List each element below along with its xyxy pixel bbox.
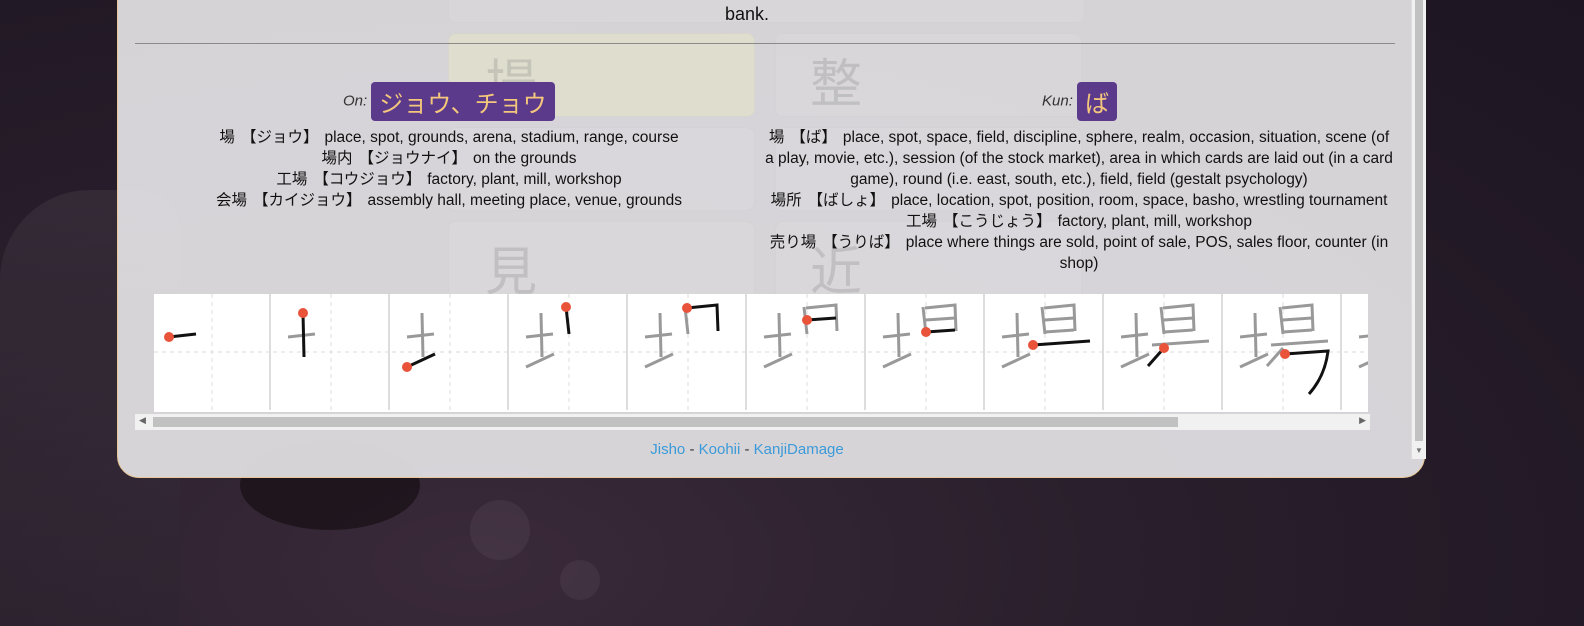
stroke-frame-9 — [1106, 294, 1223, 410]
stroke-frame-6 — [749, 294, 866, 410]
stroke-diagram-7 — [868, 294, 985, 410]
scroll-left-icon[interactable]: ◀ — [139, 415, 146, 426]
stroke-order-strip[interactable] — [154, 294, 1368, 412]
stroke-diagram-11 — [1344, 334, 1368, 369]
vocab-item: 場内 【ジョウナイ】 on the grounds — [321, 150, 577, 167]
stroke-diagram-4 — [511, 294, 628, 410]
stroke-frame-8 — [987, 294, 1104, 410]
jisho-link[interactable]: Jisho — [650, 441, 685, 458]
vocab-item: 工場 【コウジョウ】 factory, plant, mill, workshop — [276, 171, 622, 188]
kun-reading-label: Kun: — [1042, 92, 1073, 110]
vocab-item: 工場 【こうじょう】 factory, plant, mill, workshop — [906, 213, 1252, 230]
vocab-item: 場【ば】 place, spot, space, field, disciplin… — [765, 129, 1393, 188]
kanji-detail-panel: 場 整 見 近 bank. On: ジョウ、チョウ Kun: ば 場【ジョウ】p… — [117, 0, 1426, 478]
on-reading-header: On: ジョウ、チョウ — [343, 82, 555, 121]
panel-scrollbar[interactable]: ▼ — [1411, 0, 1426, 459]
scrollbar-thumb[interactable] — [1415, 0, 1423, 441]
stroke-diagram-3 — [392, 294, 509, 410]
vocab-item: 会場 【カイジョウ】 assembly hall, meeting place, v… — [215, 192, 683, 209]
kun-reading-header: Kun: ば — [1042, 82, 1118, 121]
stroke-frame-4 — [511, 294, 628, 410]
on-reading-label: On: — [343, 92, 368, 110]
stroke-diagram-10 — [1225, 294, 1342, 410]
kun-reading-badge: ば — [1077, 82, 1118, 121]
stroke-frame-5 — [630, 294, 747, 410]
vocab-item: 場所 【ばしょ】 place, location, spot, position, … — [770, 192, 1388, 209]
stroke-frame-7 — [868, 294, 985, 410]
stroke-frame-1 — [154, 294, 271, 410]
link-separator: - — [740, 441, 754, 458]
ghost-card: 整 — [775, 33, 1082, 117]
stroke-diagram-9 — [1106, 294, 1223, 410]
stroke-diagram-2 — [273, 294, 390, 410]
meaning-tail-text: bank. — [724, 4, 770, 24]
scroll-right-icon[interactable]: ▶ — [1359, 415, 1366, 426]
vocab-item: 売り場 【うりば】 place where things are sold, poi… — [769, 234, 1389, 272]
stroke-strip-scrollbar[interactable]: ◀ ▶ — [135, 414, 1370, 430]
on-reading-badge: ジョウ、チョウ — [371, 82, 555, 121]
stroke-diagram-6 — [749, 294, 866, 410]
stroke-diagram-5 — [630, 294, 747, 410]
section-divider — [135, 43, 1395, 44]
scrollbar-thumb[interactable] — [153, 417, 1178, 427]
kanjidamage-link[interactable]: KanjiDamage — [754, 441, 844, 458]
on-vocab-list: 場【ジョウ】 place, spot, grounds, arena, stadi… — [188, 127, 710, 211]
external-links: Jisho - Koohii - KanjiDamage — [118, 441, 1376, 458]
koohii-link[interactable]: Koohii — [699, 441, 741, 458]
ghost-glyph: 整 — [810, 55, 863, 115]
stroke-diagram-8 — [987, 294, 1104, 410]
link-separator: - — [685, 441, 699, 458]
background-bubble — [560, 560, 600, 600]
stroke-frame-2 — [273, 294, 390, 410]
stroke-frame-3 — [392, 294, 509, 410]
stroke-frame-11 — [1344, 294, 1368, 410]
kun-vocab-list: 場【ば】 place, spot, space, field, disciplin… — [763, 127, 1395, 274]
background-bubble — [470, 500, 530, 560]
vocab-item: 場【ジョウ】 place, spot, grounds, arena, stadi… — [219, 129, 679, 146]
scroll-down-icon[interactable]: ▼ — [1415, 446, 1423, 455]
ghost-card: 見 — [448, 221, 755, 305]
stroke-frame-10 — [1225, 294, 1342, 410]
stroke-diagram-1 — [154, 294, 271, 410]
